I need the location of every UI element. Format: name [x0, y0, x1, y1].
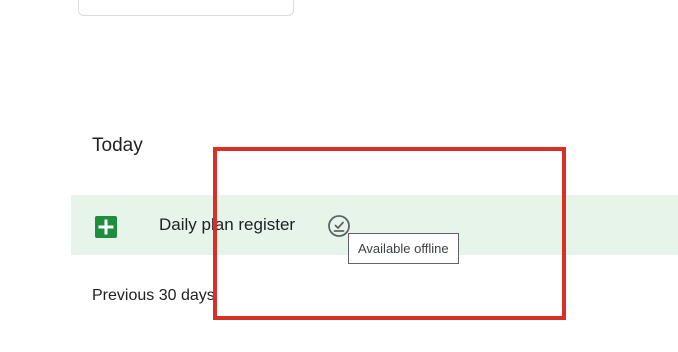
file-name[interactable]: Daily plan register	[159, 215, 295, 235]
section-heading-today: Today	[92, 135, 143, 156]
google-sheets-icon	[95, 216, 117, 238]
search-or-card-edge[interactable]	[78, 0, 294, 16]
recent-files-page: Today Daily plan register Available offl…	[0, 0, 678, 352]
section-heading-previous-30-days: Previous 30 days	[92, 287, 215, 304]
offline-tooltip: Available offline	[348, 233, 459, 264]
